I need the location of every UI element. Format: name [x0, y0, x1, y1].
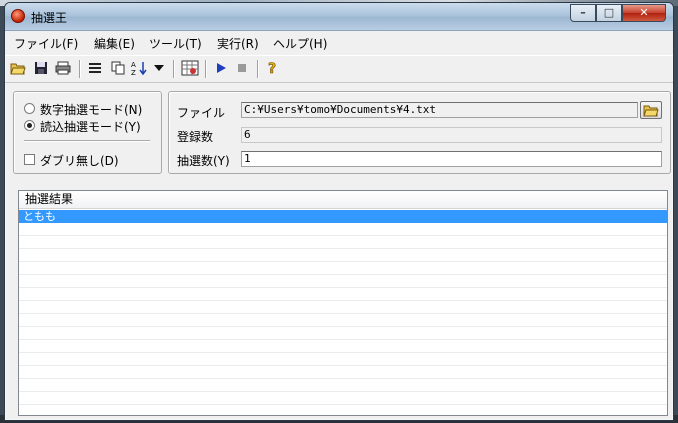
sort-button[interactable]: AZ [131, 60, 149, 76]
results-list-body [19, 210, 667, 415]
settings-grid-icon [181, 60, 199, 76]
save-button[interactable] [33, 60, 49, 76]
toolbar-separator [79, 60, 80, 78]
sort-dropdown[interactable] [153, 60, 165, 76]
print-icon [55, 61, 71, 75]
list-item[interactable]: ともも [19, 210, 667, 223]
app-window: 抽選王 – □ ✕ ファイル(F) 編集(E) ツール(T) 実行(R) ヘルプ… [4, 2, 674, 421]
file-label: ファイル [177, 106, 226, 120]
load-mode-radio[interactable] [24, 120, 35, 131]
menu-file[interactable]: ファイル(F) [14, 35, 78, 52]
load-mode-label[interactable]: 読込抽選モード(Y) [40, 118, 141, 135]
settings-button[interactable] [181, 60, 199, 76]
mode-group: 数字抽選モード(N) 読込抽選モード(Y) ダブリ無し(D) [13, 91, 162, 174]
menu-bar: ファイル(F) 編集(E) ツール(T) 実行(R) ヘルプ(H) [5, 32, 673, 54]
open-folder-icon [643, 105, 659, 117]
svg-text:Z: Z [131, 69, 136, 76]
help-icon: ? [268, 61, 277, 76]
no-duplicates-checkbox[interactable] [24, 154, 35, 165]
maximize-icon: □ [603, 6, 615, 19]
group-divider [24, 140, 150, 141]
draw-count-label: 抽選数(Y) [177, 154, 230, 168]
title-bar[interactable]: 抽選王 – □ ✕ [5, 3, 673, 31]
save-icon [35, 62, 47, 74]
file-path-field[interactable]: C:¥Users¥tomo¥Documents¥4.txt [241, 102, 638, 118]
stop-icon [238, 64, 246, 72]
stop-button[interactable] [234, 60, 250, 76]
maximize-button[interactable]: □ [596, 4, 622, 22]
numeric-mode-radio[interactable] [24, 103, 35, 114]
toolbar-separator [205, 60, 206, 78]
open-folder-icon [10, 63, 26, 75]
copy-button[interactable] [110, 60, 126, 76]
menu-help[interactable]: ヘルプ(H) [273, 35, 327, 52]
minimize-icon: – [580, 6, 586, 19]
app-icon [11, 9, 25, 23]
file-group: ファイル C:¥Users¥tomo¥Documents¥4.txt 登録数 6… [168, 91, 671, 174]
list-icon [89, 63, 101, 73]
svg-text:A: A [131, 61, 136, 69]
dropdown-arrow-icon [154, 65, 164, 71]
toolbar-separator [257, 60, 258, 78]
window-title: 抽選王 [31, 11, 68, 25]
results-list[interactable]: 抽選結果 ともも [18, 190, 668, 416]
draw-count-input[interactable]: 1 [241, 151, 662, 167]
help-button[interactable]: ? [265, 60, 281, 76]
print-button[interactable] [55, 60, 71, 76]
copy-icon [111, 61, 125, 75]
list-button[interactable] [87, 60, 103, 76]
numeric-mode-label[interactable]: 数字抽選モード(N) [40, 101, 142, 118]
results-column-header[interactable]: 抽選結果 [19, 191, 667, 209]
play-icon [217, 63, 226, 73]
close-button[interactable]: ✕ [622, 4, 666, 22]
browse-button[interactable] [640, 101, 662, 119]
registered-count-label: 登録数 [177, 130, 214, 144]
menu-run[interactable]: 実行(R) [217, 35, 259, 52]
menu-edit[interactable]: 編集(E) [94, 35, 135, 52]
open-button[interactable] [10, 60, 26, 76]
registered-count-value: 6 [241, 127, 662, 143]
svg-text:?: ? [268, 61, 276, 76]
close-icon: ✕ [639, 6, 649, 19]
toolbar: AZ ? [5, 55, 673, 83]
play-button[interactable] [213, 60, 229, 76]
menu-tools[interactable]: ツール(T) [149, 35, 202, 52]
sort-icon: AZ [131, 61, 147, 76]
toolbar-separator [173, 60, 174, 78]
minimize-button[interactable]: – [570, 4, 596, 22]
no-duplicates-label[interactable]: ダブリ無し(D) [40, 152, 119, 169]
